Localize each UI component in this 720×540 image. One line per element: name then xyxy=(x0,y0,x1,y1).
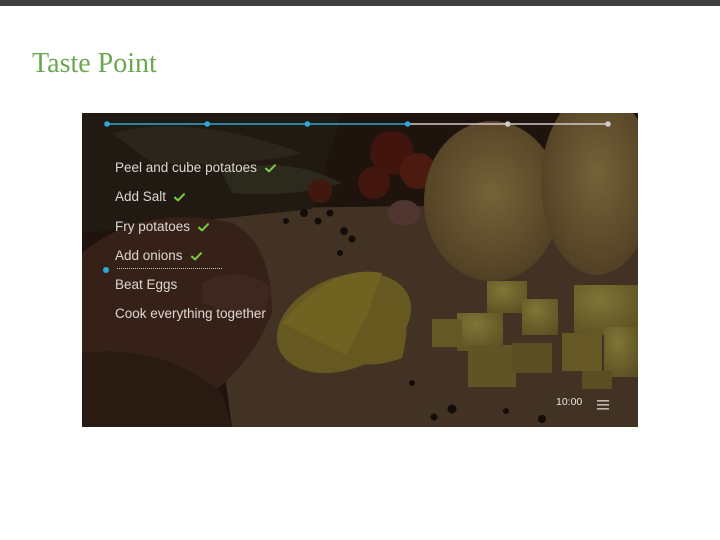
step-item[interactable]: Add onions xyxy=(115,241,276,270)
step-item[interactable]: Beat Eggs xyxy=(115,270,276,299)
step-label: Beat Eggs xyxy=(115,277,178,293)
current-step-indicator xyxy=(103,267,109,273)
step-label: Add Salt xyxy=(115,189,167,205)
app-screen: Peel and cube potatoes Add Salt Fry potato… xyxy=(82,113,638,427)
progress-node[interactable] xyxy=(104,121,110,127)
recipe-checklist: Peel and cube potatoes Add Salt Fry potato… xyxy=(115,153,276,329)
progress-node[interactable] xyxy=(304,121,311,127)
progress-track xyxy=(104,121,611,127)
step-label: Cook everything together xyxy=(115,306,266,322)
progress-node[interactable] xyxy=(404,121,411,127)
check-icon xyxy=(264,164,276,173)
hamburger-menu-icon[interactable] xyxy=(597,397,609,415)
progress-node[interactable] xyxy=(505,121,511,127)
slide-title: Taste Point xyxy=(32,48,157,79)
step-item[interactable]: Fry potatoes xyxy=(115,212,276,241)
check-icon xyxy=(174,193,186,202)
check-icon xyxy=(190,252,202,261)
progress-node[interactable] xyxy=(204,121,210,127)
progress-node[interactable] xyxy=(605,121,611,127)
step-label: Add onions xyxy=(115,247,183,263)
top-bar xyxy=(0,0,720,6)
step-item[interactable]: Cook everything together xyxy=(115,299,276,328)
step-label: Fry potatoes xyxy=(115,218,191,234)
check-icon xyxy=(198,222,210,232)
step-item[interactable]: Peel and cube potatoes xyxy=(115,153,276,182)
step-item[interactable]: Add Salt xyxy=(115,182,276,211)
time-display: 10:00 xyxy=(556,396,583,408)
current-step-divider xyxy=(117,268,222,269)
step-label: Peel and cube potatoes xyxy=(115,160,257,175)
